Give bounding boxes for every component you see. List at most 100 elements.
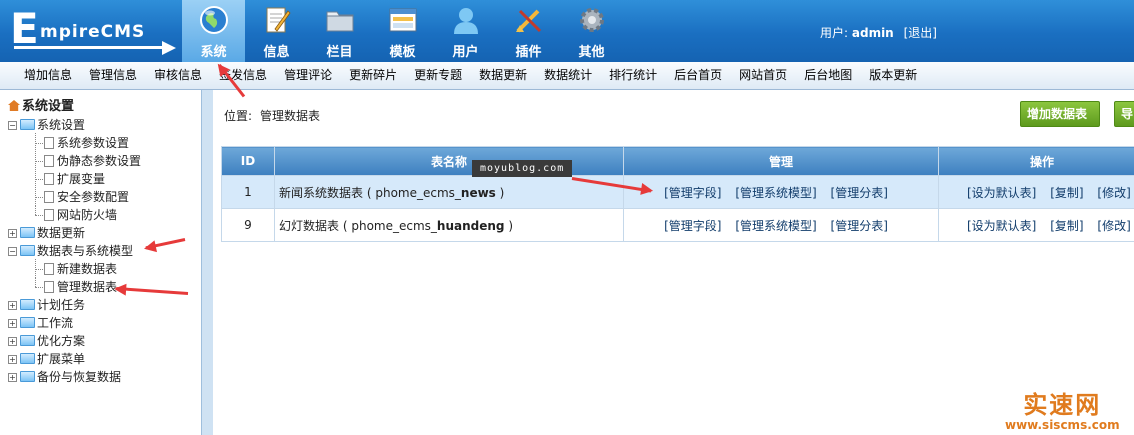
menu-update-fragments[interactable]: 更新碎片 bbox=[349, 62, 397, 89]
top-header: E mpireCMS 系统 信息 栏目 模板 用户 插件 其他 用户: admi… bbox=[0, 0, 1134, 62]
manage-fields-link[interactable]: [管理字段] bbox=[664, 186, 721, 200]
empirecms-logo[interactable]: E mpireCMS bbox=[8, 4, 176, 55]
expand-icon[interactable]: + bbox=[8, 229, 17, 238]
column-header-id: ID bbox=[221, 146, 275, 176]
user-info: 用户: admin [退出] bbox=[820, 24, 937, 41]
tree-node-label: 系统设置 bbox=[37, 118, 86, 132]
menu-rank-stats[interactable]: 排行统计 bbox=[609, 62, 657, 89]
breadcrumb-current[interactable]: 管理数据表 bbox=[260, 109, 320, 123]
table-close-paren: ) bbox=[508, 218, 514, 233]
data-tables-table: ID 表名称 管理 操作 1 新闻系统数据表 ( phome_ecms_news… bbox=[221, 146, 1134, 242]
logout-link[interactable]: [退出] bbox=[904, 26, 937, 40]
tree-node-tables-models[interactable]: − 数据表与系统模型 bbox=[8, 242, 141, 260]
tree-node-workflow[interactable]: + 工作流 bbox=[8, 314, 141, 332]
tree-leaf[interactable]: 系统参数设置 bbox=[8, 133, 141, 152]
top-nav: 系统 信息 栏目 模板 用户 插件 其他 bbox=[182, 0, 623, 62]
tree-leaf-label: 管理数据表 bbox=[57, 280, 118, 294]
document-icon bbox=[44, 263, 54, 275]
nav-label: 模板 bbox=[389, 45, 416, 60]
tree-leaf[interactable]: 扩展变量 bbox=[8, 169, 141, 188]
menu-data-stats[interactable]: 数据统计 bbox=[544, 62, 592, 89]
menu-version-update[interactable]: 版本更新 bbox=[869, 62, 917, 89]
menu-admin-map[interactable]: 后台地图 bbox=[804, 62, 852, 89]
tree-leaf[interactable]: 新建数据表 bbox=[8, 259, 141, 278]
menu-data-update[interactable]: 数据更新 bbox=[479, 62, 527, 89]
brand-url: www.siscms.com bbox=[1005, 418, 1120, 432]
nav-info[interactable]: 信息 bbox=[245, 0, 308, 62]
tree-node-data-update[interactable]: + 数据更新 bbox=[8, 224, 141, 242]
import-table-button[interactable]: 导 bbox=[1114, 101, 1134, 127]
tree-node-backup-restore[interactable]: + 备份与恢复数据 bbox=[8, 368, 141, 386]
menu-manage-info[interactable]: 管理信息 bbox=[89, 62, 137, 89]
manage-models-link[interactable]: [管理系统模型] bbox=[735, 186, 816, 200]
username: admin bbox=[851, 26, 894, 40]
logo-arrow-icon bbox=[162, 41, 176, 55]
menu-update-topics[interactable]: 更新专题 bbox=[414, 62, 462, 89]
document-icon bbox=[44, 137, 54, 149]
sidebar-root-label: 系统设置 bbox=[22, 99, 75, 114]
expand-icon[interactable]: + bbox=[8, 373, 17, 382]
tree-node-scheduled-tasks[interactable]: + 计划任务 bbox=[8, 296, 141, 314]
nav-plugin[interactable]: 插件 bbox=[497, 0, 560, 62]
manage-subtables-link[interactable]: [管理分表] bbox=[831, 186, 888, 200]
tree-node-system-settings[interactable]: − 系统设置 bbox=[8, 116, 141, 134]
menu-admin-home[interactable]: 后台首页 bbox=[674, 62, 722, 89]
brand-name: 实速网 bbox=[1023, 391, 1102, 419]
tree-node-label: 优化方案 bbox=[37, 334, 86, 348]
set-default-link[interactable]: [设为默认表] bbox=[967, 186, 1036, 200]
expand-icon[interactable]: + bbox=[8, 301, 17, 310]
collapse-icon[interactable]: − bbox=[8, 247, 17, 256]
table-display-name: 幻灯数据表 bbox=[279, 218, 340, 233]
tree-leaf[interactable]: 伪静态参数设置 bbox=[8, 151, 141, 170]
expand-icon[interactable]: + bbox=[8, 355, 17, 364]
site-watermark: 实速网 www.siscms.com bbox=[1005, 385, 1120, 432]
collapse-icon[interactable]: − bbox=[8, 121, 17, 130]
cell-id: 9 bbox=[221, 208, 275, 242]
expand-icon[interactable]: + bbox=[8, 337, 17, 346]
edit-link[interactable]: [修改] bbox=[1097, 219, 1130, 233]
document-icon bbox=[44, 155, 54, 167]
copy-link[interactable]: [复制] bbox=[1050, 219, 1083, 233]
expand-icon[interactable]: + bbox=[8, 319, 17, 328]
nav-other[interactable]: 其他 bbox=[560, 0, 623, 62]
manage-subtables-link[interactable]: [管理分表] bbox=[831, 219, 888, 233]
nav-column[interactable]: 栏目 bbox=[308, 0, 371, 62]
set-default-link[interactable]: [设为默认表] bbox=[967, 219, 1036, 233]
nav-system[interactable]: 系统 bbox=[182, 0, 245, 62]
menu-manage-comments[interactable]: 管理评论 bbox=[284, 62, 332, 89]
table-header-row: ID 表名称 管理 操作 bbox=[221, 146, 1134, 176]
logo-underline bbox=[14, 46, 164, 49]
menu-add-info[interactable]: 增加信息 bbox=[24, 62, 72, 89]
tree-node-optimization[interactable]: + 优化方案 bbox=[8, 332, 141, 350]
menu-site-home[interactable]: 网站首页 bbox=[739, 62, 787, 89]
edit-link[interactable]: [修改] bbox=[1097, 186, 1130, 200]
tree-node-extended-menu[interactable]: + 扩展菜单 bbox=[8, 350, 141, 368]
nav-template[interactable]: 模板 bbox=[371, 0, 434, 62]
main-content: 位置: 管理数据表 增加数据表 导 ID 表名称 管理 操作 1 新闻系统数据表 … bbox=[212, 90, 1134, 435]
gear-icon bbox=[580, 8, 604, 32]
sidebar-root: 系统设置 bbox=[8, 98, 141, 116]
folder-icon bbox=[20, 227, 35, 238]
manage-fields-link[interactable]: [管理字段] bbox=[664, 219, 721, 233]
globe-icon bbox=[200, 6, 228, 34]
cell-manage: [管理字段] [管理系统模型] [管理分表] bbox=[623, 175, 939, 209]
document-icon bbox=[44, 173, 54, 185]
column-header-manage: 管理 bbox=[623, 146, 939, 176]
document-icon bbox=[44, 209, 54, 221]
sidebar: 系统设置 − 系统设置 系统参数设置 伪静态参数设置 扩展变量 安全参数配置 网站… bbox=[0, 90, 202, 435]
nav-user[interactable]: 用户 bbox=[434, 0, 497, 62]
sidebar-tree: 系统设置 − 系统设置 系统参数设置 伪静态参数设置 扩展变量 安全参数配置 网站… bbox=[8, 98, 141, 386]
add-table-button[interactable]: 增加数据表 bbox=[1020, 101, 1100, 127]
tree-leaf-label: 网站防火墙 bbox=[57, 208, 118, 222]
menu-review-info[interactable]: 审核信息 bbox=[154, 62, 202, 89]
nav-label: 系统 bbox=[200, 45, 227, 60]
tools-icon bbox=[516, 9, 542, 33]
cell-name: 幻灯数据表 ( phome_ecms_huandeng ) bbox=[274, 208, 624, 242]
tree-leaf[interactable]: 安全参数配置 bbox=[8, 187, 141, 206]
tree-leaf[interactable]: 网站防火墙 bbox=[8, 205, 141, 224]
manage-models-link[interactable]: [管理系统模型] bbox=[735, 219, 816, 233]
copy-link[interactable]: [复制] bbox=[1050, 186, 1083, 200]
table-name-suffix: huandeng bbox=[436, 218, 505, 233]
folder-open-icon bbox=[20, 119, 35, 130]
table-close-paren: ) bbox=[499, 185, 505, 200]
